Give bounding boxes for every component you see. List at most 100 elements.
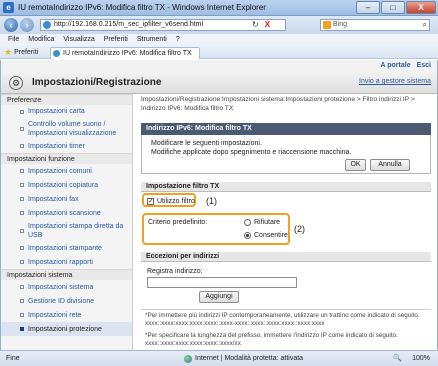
top-links: A portale Esci	[381, 62, 431, 69]
window-title-bar: e IU remotaIndirizzo IPv6: Modifica filt…	[0, 0, 438, 16]
browser-tab[interactable]: IU remotaIndirizzo IPv6: Modifica filtro…	[50, 47, 200, 59]
radio-allow-label: Consentire	[254, 232, 288, 239]
bullet-icon	[20, 299, 24, 303]
add-button[interactable]: Aggiungi	[199, 291, 239, 303]
bing-icon	[323, 21, 331, 29]
top-strip: A portale Esci	[1, 60, 437, 72]
bullet-icon	[20, 228, 24, 233]
globe-icon	[184, 354, 192, 363]
settings-logo-icon: ⚙	[9, 76, 23, 90]
sidebar-category-preferences: Preferenze	[1, 94, 132, 105]
sidebar-item-printer[interactable]: Impostazioni stampante	[1, 241, 132, 255]
zoom-icon[interactable]: 🔍	[393, 351, 402, 366]
sidebar-item-scan[interactable]: Impostazioni scansione	[1, 206, 132, 220]
zone-text: Internet | Modalità protetta: attivata	[195, 355, 304, 362]
note-range-example: xxxx::xxxx:xxxx:xxxx:xxxx::xxxx-xxxx::xx…	[145, 320, 325, 327]
security-zone[interactable]: Internet | Modalità protetta: attivata	[184, 351, 303, 366]
sidebar-category-system: Impostazioni sistema	[1, 269, 132, 280]
use-filter-checkbox[interactable]: ✓	[147, 198, 154, 205]
bullet-icon	[20, 183, 24, 187]
menu-preferiti[interactable]: Preferiti	[104, 34, 128, 46]
search-input[interactable]: Bing ⌕	[320, 19, 430, 31]
bullet-icon	[20, 246, 24, 250]
zoom-level[interactable]: 100%	[412, 351, 430, 366]
window-controls: – □ X	[356, 1, 436, 14]
sidebar-item-system[interactable]: Impostazioni sistema	[1, 280, 132, 294]
bullet-icon	[20, 126, 24, 131]
favorites-bar: ★ Preferiti IU remotaIndirizzo IPv6: Mod…	[0, 46, 438, 59]
status-text: Fine	[6, 355, 20, 362]
sidebar-item-fax[interactable]: Impostazioni fax	[1, 192, 132, 206]
url-text: http://192.168.0.215/m_sec_ipfilter_v6se…	[54, 21, 204, 28]
radio-deny[interactable]	[244, 219, 251, 226]
tab-title: IU remotaIndirizzo IPv6: Modifica filtro…	[63, 50, 192, 57]
radio-deny-row: Rifiutare	[244, 219, 280, 226]
ok-button[interactable]: OK	[345, 159, 366, 171]
note-prefix-example: xxxx::xxxx:xxxx:xxxx:xxxx::xxxx/xx	[145, 340, 241, 347]
bullet-icon	[20, 211, 24, 215]
sidebar-item-volume-display[interactable]: Controllo volume suono / Impostazioni vi…	[1, 118, 132, 139]
send-to-manager-link[interactable]: Invio a gestore sistema	[359, 78, 431, 85]
radio-allow[interactable]	[244, 232, 251, 239]
highlight-box-2	[142, 213, 290, 245]
sidebar-item-security[interactable]: Impostazioni protezione	[1, 322, 132, 336]
cancel-button[interactable]: Annulla	[370, 159, 410, 171]
filter-section-heading: Impostazione filtro TX	[141, 182, 431, 192]
radio-allow-row: Consentire	[244, 232, 288, 239]
menu-help[interactable]: ?	[176, 34, 180, 46]
sidebar-item-paper[interactable]: Impostazioni carta	[1, 105, 132, 118]
ie-app-icon: e	[3, 2, 14, 13]
star-icon: ★	[4, 47, 13, 57]
refresh-icon[interactable]: ↻	[252, 20, 259, 29]
breadcrumb: Impostazioni/Registrazione:Impostazioni …	[141, 96, 415, 112]
page-header: ⚙ Impostazioni/Registrazione Invio a ges…	[1, 72, 437, 94]
status-bar: Fine Internet | Modalità protetta: attiv…	[0, 350, 438, 366]
stop-icon[interactable]: X	[265, 20, 270, 29]
sidebar-item-network[interactable]: Impostazioni rete	[1, 308, 132, 322]
register-address-input[interactable]	[147, 277, 297, 288]
sidebar-item-timer[interactable]: Impostazioni timer	[1, 139, 132, 153]
menu-file[interactable]: File	[8, 34, 19, 46]
bullet-icon	[20, 327, 24, 331]
menu-modifica[interactable]: Modifica	[28, 34, 54, 46]
search-icon[interactable]: ⌕	[423, 20, 427, 30]
favorites-button[interactable]: ★ Preferiti	[4, 48, 38, 57]
note-multiple-addresses: *Per immettere più indirizzi IP contempo…	[145, 312, 420, 319]
bullet-icon	[20, 285, 24, 289]
sidebar-item-department-id[interactable]: Gestione ID divisione	[1, 294, 132, 308]
sidebar-item-usb-print[interactable]: Impostazioni stampa diretta da USB	[1, 220, 132, 241]
address-bar: ‹ › http://192.168.0.215/m_sec_ipfilter_…	[0, 16, 438, 34]
forward-button[interactable]: ›	[20, 18, 34, 32]
divider	[141, 309, 431, 310]
sidebar: Preferenze Impostazioni carta Controllo …	[1, 94, 133, 350]
sidebar-item-copy[interactable]: Impostazioni copiatura	[1, 178, 132, 192]
menu-bar: File Modifica Visualizza Preferiti Strum…	[0, 34, 438, 46]
bullet-icon	[20, 197, 24, 201]
bullet-icon	[20, 313, 24, 317]
sidebar-category-functions: Impostazioni funzione	[1, 153, 132, 164]
use-filter-label: Utilizzo filtro	[157, 198, 195, 205]
sidebar-item-common[interactable]: Impostazioni comuni	[1, 164, 132, 178]
menu-strumenti[interactable]: Strumenti	[137, 34, 167, 46]
main-panel: Impostazioni/Registrazione:Impostazioni …	[141, 96, 433, 350]
back-button[interactable]: ‹	[4, 18, 18, 32]
default-criterion-label: Criterio predefinito:	[148, 219, 208, 226]
page-favicon-icon	[43, 21, 51, 29]
search-placeholder: Bing	[333, 21, 348, 28]
portal-link[interactable]: A portale	[381, 62, 411, 69]
page-content: A portale Esci ⚙ Impostazioni/Registrazi…	[0, 60, 438, 350]
logout-link[interactable]: Esci	[417, 62, 431, 69]
maximize-button[interactable]: □	[381, 1, 405, 14]
url-field[interactable]: http://192.168.0.215/m_sec_ipfilter_v6se…	[40, 19, 286, 31]
minimize-button[interactable]: –	[356, 1, 380, 14]
bullet-icon	[20, 144, 24, 148]
bullet-icon	[20, 260, 24, 264]
close-window-button[interactable]: X	[406, 1, 436, 14]
message-line-2: Modifiche applicate dopo spegnimento e r…	[151, 149, 352, 156]
favorites-label: Preferiti	[14, 49, 39, 56]
menu-visualizza[interactable]: Visualizza	[63, 34, 94, 46]
note-prefix-length: *Per specificare la lunghezza del prefis…	[145, 332, 398, 339]
sidebar-item-reports[interactable]: Impostazioni rapporti	[1, 255, 132, 269]
use-filter-row: ✓ Utilizzo filtro	[147, 198, 195, 205]
callout-2: (2)	[294, 224, 305, 234]
